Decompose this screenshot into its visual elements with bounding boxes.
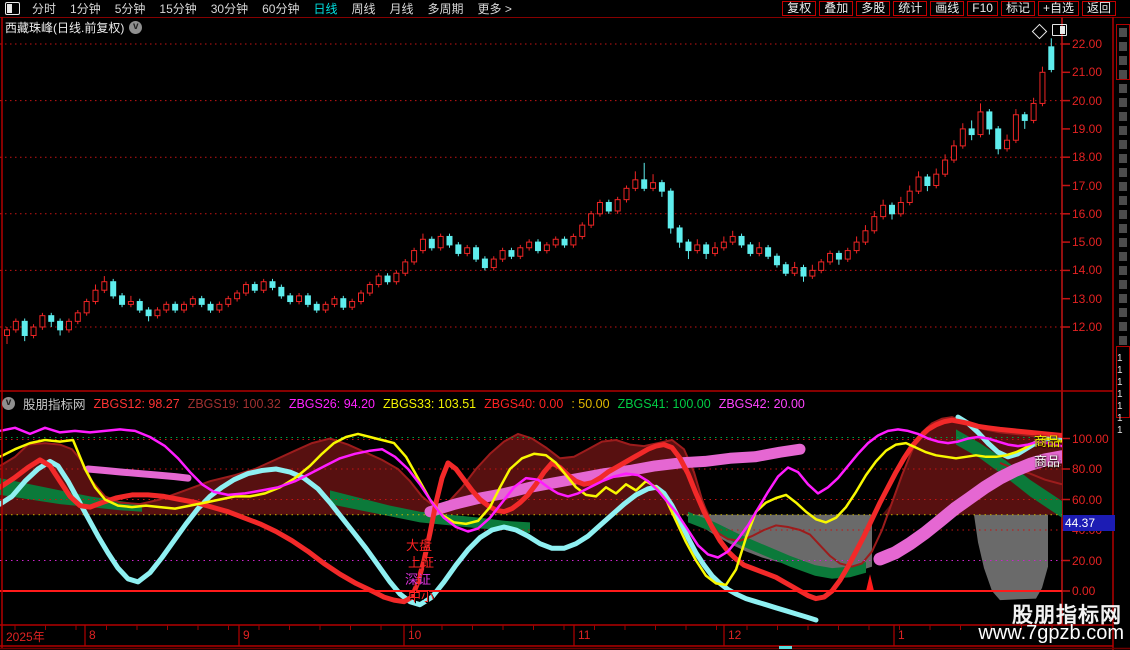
toolbar-button-统计[interactable]: 统计	[893, 1, 927, 16]
toolbar-button-画线[interactable]: 画线	[930, 1, 964, 16]
clipped-sidebar-glyph	[1119, 168, 1127, 177]
price-axis-label: 14.00	[1072, 263, 1114, 277]
toolbar-button-+自选[interactable]: +自选	[1038, 1, 1079, 16]
clipped-axis-digit: 1	[1117, 389, 1123, 400]
clipped-sidebar-glyph	[1119, 252, 1127, 261]
indicator-value: ZBGS42: 20.00	[719, 397, 805, 411]
clipped-sidebar-glyph	[1119, 140, 1127, 149]
series-name-label: 商品线	[1034, 431, 1061, 450]
indicator-axis-label: 60.00	[1072, 493, 1114, 507]
period-tab-日线[interactable]: 日线	[313, 0, 337, 17]
period-tab-更多 >[interactable]: 更多 >	[478, 0, 512, 17]
price-axis-label: 18.00	[1072, 150, 1114, 164]
clipped-sidebar-glyph	[1119, 210, 1127, 219]
clipped-sidebar-glyph	[1119, 112, 1127, 121]
clipped-sidebar-glyph	[1119, 238, 1127, 247]
clipped-axis-digit: 1	[1117, 353, 1123, 364]
toolbar-button-多股[interactable]: 多股	[856, 1, 890, 16]
current-value-badge: 44.37	[1063, 515, 1115, 531]
index-tag-label: 中小	[408, 586, 434, 605]
app-window: 分时 1分钟 5分钟 15分钟 30分钟 60分钟日线周线月线多周期更多 > 复权叠加多股…	[0, 0, 1130, 650]
symbol-title: 西藏珠峰(日线.前复权)	[5, 19, 124, 36]
clipped-bottom-fragment	[779, 646, 792, 649]
period-tab-多周期[interactable]: 多周期	[428, 0, 464, 17]
indicator-header: v 股朋指标网 ZBGS12: 98.27 ZBGS19: 100.32 ZBGS2…	[2, 394, 805, 413]
indicator-value: ZBGS26: 94.20	[289, 397, 375, 411]
clipped-sidebar-glyph	[1119, 336, 1127, 345]
indicator-value: ZBGS40: 0.00	[484, 397, 563, 411]
clipped-sidebar-glyph	[1119, 294, 1127, 303]
clipped-sidebar-glyph	[1119, 98, 1127, 107]
period-tab-1分钟[interactable]: 1分钟	[70, 0, 101, 17]
indicator-name: 股朋指标网	[23, 394, 86, 413]
top-toolbar: 分时 1分钟 5分钟 15分钟 30分钟 60分钟日线周线月线多周期更多 > 复权叠加多股…	[0, 0, 1130, 17]
x-axis-month-label: 10	[408, 628, 421, 642]
x-axis-month-label: 9	[243, 628, 250, 642]
clipped-sidebar-glyph	[1119, 84, 1127, 93]
clipped-axis-digit: 1	[1117, 401, 1123, 412]
series-name-label: 商品线	[1034, 451, 1061, 470]
price-axis-label: 12.00	[1072, 320, 1114, 334]
indicator-axis-label: 100.00	[1072, 432, 1114, 446]
period-tab-月线[interactable]: 月线	[390, 0, 414, 17]
price-axis-label: 19.00	[1072, 122, 1114, 136]
clipped-sidebar-glyph	[1119, 266, 1127, 275]
clipped-sidebar-glyph	[1119, 196, 1127, 205]
indicator-axis-label: 80.00	[1072, 462, 1114, 476]
period-tab-30分钟[interactable]: 30分钟	[211, 0, 248, 17]
toolbar-buttons: 复权叠加多股统计画线F10标记+自选返回	[782, 1, 1130, 16]
toolbar-button-复权[interactable]: 复权	[782, 1, 816, 16]
indicator-value: ZBGS19: 100.32	[188, 397, 281, 411]
indicator-value: ZBGS41: 100.00	[618, 397, 711, 411]
price-axis-label: 16.00	[1072, 207, 1114, 221]
clipped-axis-digit: 1	[1117, 413, 1123, 424]
collapse-chevron-icon[interactable]: v	[2, 397, 15, 410]
toolbar-button-F10[interactable]: F10	[967, 1, 998, 16]
indicator-value: ZBGS33: 103.51	[383, 397, 476, 411]
symbol-title-bar[interactable]: 西藏珠峰(日线.前复权) v	[5, 19, 142, 36]
clipped-sidebar-glyph	[1119, 154, 1127, 163]
indicator-axis-label: 20.00	[1072, 554, 1114, 568]
chevron-down-icon[interactable]: v	[129, 21, 142, 34]
period-tab-5分钟[interactable]: 5分钟	[115, 0, 146, 17]
price-axis-label: 15.00	[1072, 235, 1114, 249]
toolbar-button-叠加[interactable]: 叠加	[819, 1, 853, 16]
period-tab-分时[interactable]: 分时	[32, 0, 56, 17]
period-tab-15分钟[interactable]: 15分钟	[159, 0, 196, 17]
clipped-sidebar-glyph	[1119, 182, 1127, 191]
toolbar-button-返回[interactable]: 返回	[1082, 1, 1116, 16]
x-axis-month-label: 8	[89, 628, 96, 642]
layout-split-icon[interactable]	[5, 2, 20, 15]
clipped-axis-digit: 1	[1117, 377, 1123, 388]
clipped-sidebar-section	[1116, 24, 1130, 80]
clipped-sidebar-glyph	[1119, 224, 1127, 233]
clipped-sidebar-glyph	[1119, 126, 1127, 135]
price-axis-label: 22.00	[1072, 37, 1114, 51]
indicator-value: ZBGS12: 98.27	[94, 397, 180, 411]
price-axis-label: 21.00	[1072, 65, 1114, 79]
toolbar-button-标记[interactable]: 标记	[1001, 1, 1035, 16]
indicator-axis-label: 0.00	[1072, 584, 1114, 598]
clipped-sidebar-glyph	[1119, 308, 1127, 317]
x-axis-month-label: 11	[578, 628, 590, 642]
clipped-axis-digit: 1	[1117, 365, 1123, 376]
period-tab-60分钟[interactable]: 60分钟	[262, 0, 299, 17]
x-axis-month-label: 1	[898, 628, 905, 642]
clipped-sidebar-glyph	[1119, 322, 1127, 331]
clipped-axis-digit: 1	[1117, 425, 1123, 436]
panel-split-icon[interactable]	[1052, 24, 1067, 36]
x-axis-month-label: 2025年	[6, 628, 45, 645]
period-menu: 分时 1分钟 5分钟 15分钟 30分钟 60分钟日线周线月线多周期更多 >	[0, 0, 512, 17]
indicator-value: : 50.00	[571, 397, 609, 411]
chart-canvas[interactable]	[0, 0, 1130, 650]
period-tab-周线[interactable]: 周线	[351, 0, 375, 17]
watermark-url: www.7gpzb.com	[978, 622, 1124, 645]
price-axis-label: 20.00	[1072, 94, 1114, 108]
price-axis-label: 17.00	[1072, 179, 1114, 193]
clipped-sidebar-glyph	[1119, 280, 1127, 289]
price-axis-label: 13.00	[1072, 292, 1114, 306]
x-axis-month-label: 12	[728, 628, 741, 642]
